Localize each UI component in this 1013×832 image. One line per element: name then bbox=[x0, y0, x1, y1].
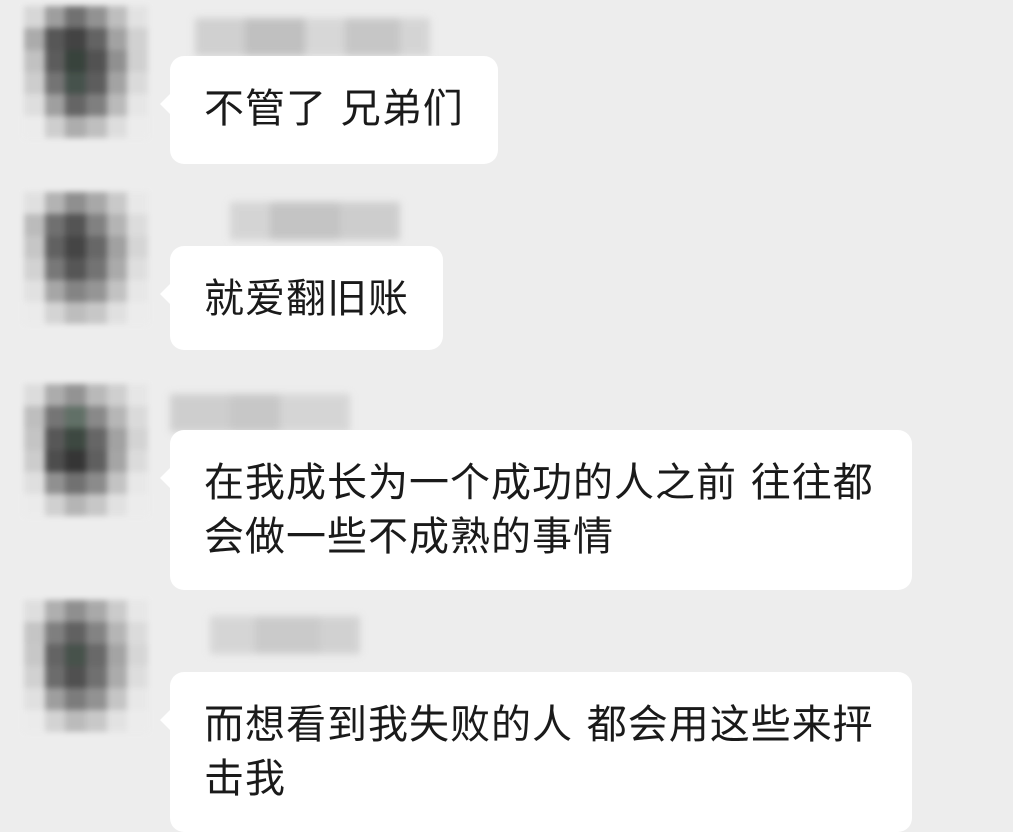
sender-name bbox=[195, 18, 430, 56]
message-bubble[interactable]: 不管了 兄弟们 bbox=[160, 56, 498, 164]
message-bubble[interactable]: 而想看到我失败的人 都会用这些来抨击我 bbox=[160, 672, 912, 832]
avatar[interactable] bbox=[24, 6, 148, 138]
message-text: 就爱翻旧账 bbox=[204, 276, 409, 322]
chat-area: 不管了 兄弟们 就爱翻旧账 在我成长为一个成功的人之前 往往都会做一些不成熟的事… bbox=[0, 0, 1013, 832]
avatar[interactable] bbox=[24, 384, 148, 516]
message-bubble[interactable]: 就爱翻旧账 bbox=[160, 246, 443, 350]
avatar[interactable] bbox=[24, 600, 148, 732]
message-text: 而想看到我失败的人 都会用这些来抨击我 bbox=[204, 702, 874, 802]
avatar[interactable] bbox=[24, 192, 148, 324]
sender-name bbox=[170, 394, 350, 432]
message-bubble[interactable]: 在我成长为一个成功的人之前 往往都会做一些不成熟的事情 bbox=[160, 430, 912, 590]
message-text: 不管了 兄弟们 bbox=[204, 86, 464, 132]
message-text: 在我成长为一个成功的人之前 往往都会做一些不成熟的事情 bbox=[204, 460, 874, 560]
sender-name bbox=[230, 202, 400, 240]
sender-name bbox=[210, 616, 360, 654]
